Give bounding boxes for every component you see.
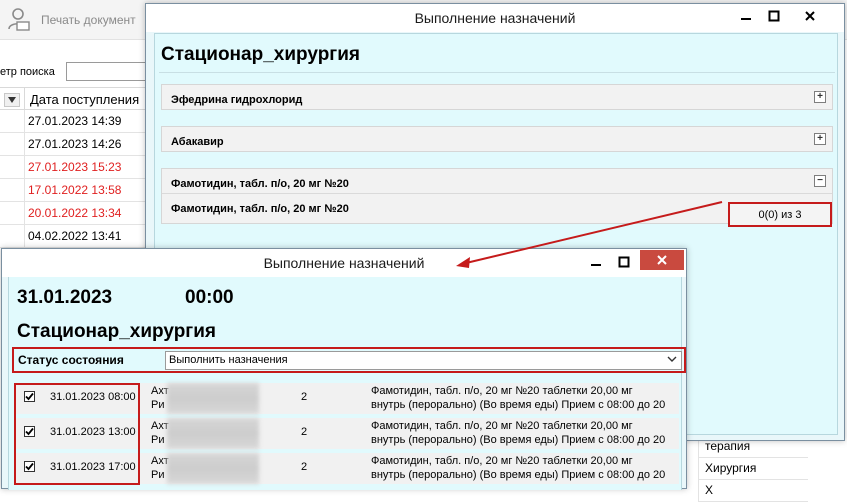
drug-description-line1: Фамотидин, табл. п/о, 20 мг №20 таблетки… (371, 455, 633, 467)
table-row[interactable]: 27.01.2023 14:39 (0, 110, 160, 133)
admission-date-cell: 27.01.2023 14:39 (28, 114, 122, 128)
divider (159, 72, 835, 73)
search-filter-row: етр поиска (0, 60, 160, 82)
status-label: Статус состояния (18, 353, 124, 367)
patient-name-line2: Ри (151, 469, 165, 481)
department-title: Стационар_хирургия (161, 44, 360, 65)
table-row[interactable]: 27.01.2023 14:26 (0, 133, 160, 156)
minimize-icon (591, 264, 601, 266)
drug-sub-item-label: Фамотидин, табл. п/о, 20 мг №20 (171, 203, 349, 215)
patient-name-line2: Ри (151, 434, 165, 446)
minimize-button[interactable] (582, 252, 610, 272)
department-cell: Х (698, 480, 808, 502)
maximize-icon (768, 10, 780, 22)
department-cell: Хирургия (698, 458, 808, 480)
chevron-down-icon (667, 356, 677, 362)
task-quantity: 2 (301, 461, 308, 473)
redacted-patient-name (167, 453, 259, 484)
status-select[interactable]: Выполнить назначения (165, 351, 682, 370)
drug-panel-label: Фамотидин, табл. п/о, 20 мг №20 (171, 178, 349, 190)
drug-panel-abacavir[interactable]: Абакавир + (161, 126, 833, 152)
printer-user-icon (8, 8, 30, 31)
expand-icon[interactable]: + (814, 133, 826, 145)
assignments-window-detail: Выполнение назначений 31.01.2023 00:00 С… (1, 248, 687, 490)
close-button[interactable] (640, 250, 684, 270)
search-filter-label: етр поиска (0, 66, 55, 78)
drug-description-line2: внутрь (перорально) (Во время еды) Прием… (371, 399, 666, 411)
close-icon (657, 255, 667, 265)
window-titlebar: Выполнение назначений (2, 249, 686, 277)
column-header-admission-date[interactable]: Дата поступления (30, 92, 139, 107)
selected-date: 31.01.2023 (17, 287, 113, 308)
window-content: 31.01.2023 00:00 Стационар_хирургия Стат… (8, 277, 686, 490)
department-title: Стационар_хирургия (17, 321, 216, 342)
task-quantity: 2 (301, 426, 308, 438)
table-row[interactable]: 27.01.2023 15:23 (0, 156, 160, 179)
drug-description-line2: внутрь (перорально) (Во время еды) Прием… (371, 469, 666, 481)
redacted-patient-name (167, 418, 259, 449)
task-quantity: 2 (301, 391, 308, 403)
collapse-icon[interactable]: − (814, 175, 826, 187)
patient-name-line2: Ри (151, 399, 165, 411)
task-datetime-highlight (14, 383, 140, 485)
table-row[interactable]: 17.01.2022 13:58 (0, 179, 160, 202)
drug-panel-ephedrine[interactable]: Эфедрина гидрохлорид + (161, 84, 833, 110)
admission-date-cell: 04.02.2022 13:41 (28, 229, 122, 243)
table-row[interactable]: 20.01.2022 13:34 (0, 202, 160, 225)
drug-description-line2: внутрь (перорально) (Во время еды) Прием… (371, 434, 666, 446)
close-button[interactable] (796, 6, 824, 26)
chevron-down-icon (8, 97, 16, 103)
drug-panel-label: Абакавир (171, 136, 224, 148)
execution-count-badge: 0(0) из 3 (728, 202, 832, 227)
search-filter-input[interactable] (66, 62, 156, 81)
status-row: Статус состояния Выполнить назначения (12, 347, 686, 373)
drug-description-line1: Фамотидин, табл. п/о, 20 мг №20 таблетки… (371, 420, 633, 432)
admission-date-cell: 27.01.2023 15:23 (28, 160, 122, 174)
selected-time: 00:00 (185, 287, 234, 308)
redacted-patient-name (167, 383, 259, 414)
window-titlebar: Выполнение назначений (146, 4, 844, 32)
print-documents-label: Печать документ (41, 13, 136, 27)
expand-icon[interactable]: + (814, 91, 826, 103)
admission-date-cell: 17.01.2022 13:58 (28, 183, 122, 197)
drug-description-line1: Фамотидин, табл. п/о, 20 мг №20 таблетки… (371, 385, 633, 397)
status-select-value: Выполнить назначения (169, 354, 288, 366)
drug-panel-label: Эфедрина гидрохлорид (171, 94, 303, 106)
print-documents-button[interactable]: Печать документ (5, 6, 155, 34)
maximize-button[interactable] (760, 6, 788, 26)
grid-header: Дата поступления (0, 87, 160, 111)
admission-date-cell: 27.01.2023 14:26 (28, 137, 122, 151)
maximize-button[interactable] (610, 252, 638, 272)
minimize-button[interactable] (732, 6, 760, 26)
column-separator (24, 88, 25, 111)
table-row[interactable]: 04.02.2022 13:41 (0, 225, 160, 248)
admission-date-cell: 20.01.2022 13:34 (28, 206, 122, 220)
maximize-icon (618, 256, 630, 268)
column-dropdown-button[interactable] (4, 93, 20, 107)
minimize-icon (741, 18, 751, 20)
close-icon (805, 11, 815, 21)
